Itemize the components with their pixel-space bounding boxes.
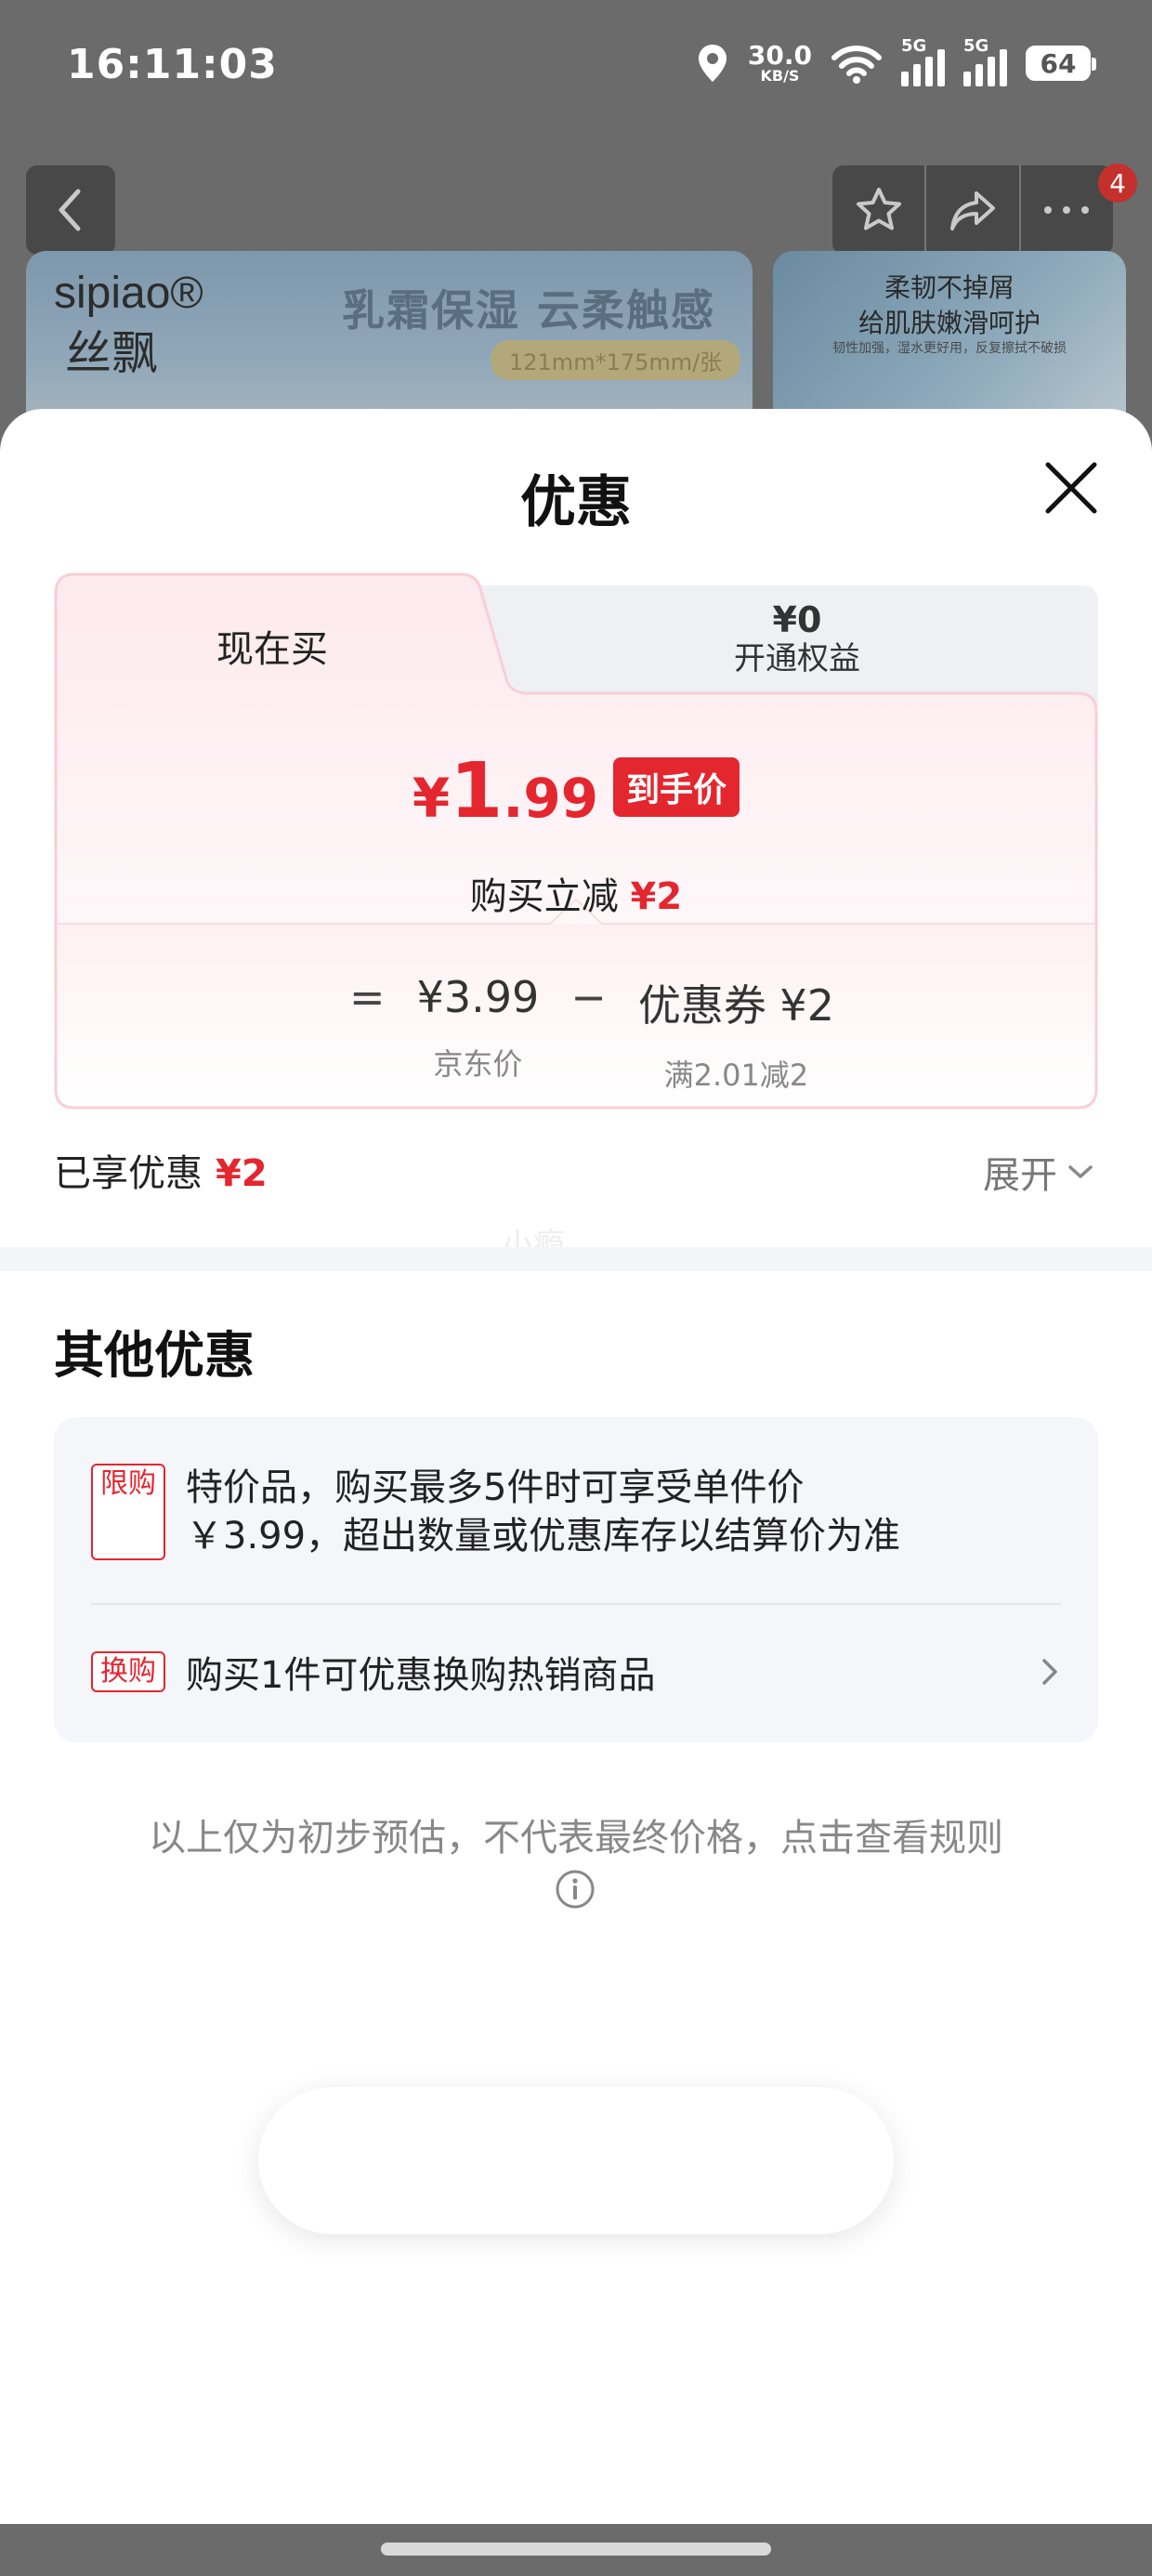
jd-price-label: 京东价: [433, 1046, 523, 1082]
final-price-integer: 1: [450, 747, 504, 835]
banner-side-line3: 韧性加强，湿水更好用，反复擦拭不破损: [832, 341, 1067, 356]
other-discounts-list: 限购 特价品，购买最多5件时可享受单件价 ￥3.99，超出数量或优惠库存以结算价…: [54, 1417, 1098, 1742]
chevron-right-icon: [1042, 1659, 1057, 1685]
signal-2-icon: 5G: [963, 36, 1007, 86]
exchange-text: 购买1件可优惠换购热销商品: [186, 1654, 656, 1697]
tab-buy-now-label: 现在买: [216, 628, 328, 671]
battery-level: 64: [1040, 47, 1077, 79]
net-speed: 30.0 KB/S: [748, 43, 812, 84]
close-button[interactable]: [1039, 455, 1104, 520]
banner-side-line2: 给肌肤嫩滑呵护: [857, 308, 1041, 338]
status-time: 16:11:03: [67, 41, 278, 88]
formula-minus: −: [570, 972, 607, 1022]
product-banner-side[interactable]: 柔韧不掉屑 给肌肤嫩滑呵护 韧性加强，湿水更好用，反复擦拭不破损: [773, 251, 1126, 427]
price-formula: = ¥3.99 京东价 − 优惠券 ¥2 满2.01减2: [54, 972, 1098, 1095]
reduction-line: 购买立减 ¥2: [54, 866, 1098, 920]
list-item-limit: 限购 特价品，购买最多5件时可享受单件价 ￥3.99，超出数量或优惠库存以结算价…: [91, 1464, 1076, 1560]
limit-text-line2: ￥3.99，超出数量或优惠库存以结算价为准: [186, 1515, 901, 1557]
final-price-currency: ¥: [412, 767, 451, 830]
final-price: ¥ 1 .99: [412, 747, 599, 835]
status-icons: 30.0 KB/S 5G 5G 64: [696, 36, 1096, 89]
banner-size-tag: 121mm*175mm/张: [491, 340, 741, 380]
list-divider: [91, 1603, 1061, 1605]
enjoyed-discount: 已享优惠 ¥2: [54, 1143, 268, 1197]
top-action-bar: [832, 165, 1113, 255]
share-button[interactable]: [924, 165, 1018, 255]
tab-member[interactable]: ¥0 开通权益: [537, 600, 1057, 678]
signal-1-icon: 5G: [901, 36, 945, 86]
location-icon: [698, 45, 727, 82]
reduction-amount: ¥2: [630, 875, 683, 918]
coupon-rule: 满2.01减2: [663, 1058, 809, 1093]
chevron-left-icon: [59, 189, 81, 231]
close-icon: [1045, 462, 1097, 514]
section-divider: [0, 1247, 1152, 1271]
disclaimer-link[interactable]: 以上仅为初步预估，不代表最终价格，点击查看规则: [56, 1814, 1096, 1862]
tab-buy-now[interactable]: 现在买: [54, 572, 518, 693]
limit-text: 特价品，购买最多5件时可享受单件价 ￥3.99，超出数量或优惠库存以结算价为准: [186, 1464, 900, 1560]
list-item-exchange[interactable]: 换购 购买1件可优惠换购热销商品: [91, 1645, 1061, 1699]
signal-1-label: 5G: [901, 36, 927, 56]
notification-badge: 4: [1098, 164, 1137, 203]
info-icon[interactable]: [554, 1868, 596, 1911]
battery-icon: 64: [1026, 46, 1096, 81]
final-price-tag: 到手价: [613, 757, 740, 817]
chevron-down-icon: [1068, 1165, 1093, 1178]
signal-2-label: 5G: [963, 36, 989, 56]
reduction-label: 购买立减: [469, 875, 619, 918]
brand-name-en: sipiao®: [54, 269, 203, 318]
tab-member-label: 开通权益: [734, 640, 860, 677]
final-price-row: ¥ 1 .99 到手价: [54, 754, 1098, 830]
expand-label: 展开: [983, 1154, 1057, 1197]
price-card: 现在买 ¥0 开通权益 ¥ 1 .99 到手价 购买立减 ¥2 = ¥3.99 …: [54, 572, 1098, 1110]
share-icon: [949, 191, 995, 230]
formula-jd-price: ¥3.99 京东价: [417, 972, 540, 1084]
expand-button[interactable]: 展开: [983, 1145, 1104, 1199]
final-price-decimal: .99: [503, 767, 599, 830]
other-discounts-title: 其他优惠: [54, 1326, 255, 1385]
back-button[interactable]: [26, 165, 115, 255]
limit-tag: 限购: [91, 1464, 165, 1560]
floating-pill: [258, 2087, 894, 2234]
jd-price-value: ¥3.99: [416, 972, 540, 1022]
net-speed-unit: KB/S: [760, 67, 800, 85]
sheet-title: 优惠: [520, 470, 632, 535]
net-speed-value: 30.0: [747, 40, 812, 71]
tab-member-price: ¥0: [772, 599, 822, 640]
banner-side-line1: 柔韧不掉屑: [884, 272, 1015, 303]
limit-text-line1: 特价品，购买最多5件时可享受单件价: [186, 1466, 805, 1509]
home-gesture-handle[interactable]: [381, 2543, 771, 2556]
star-icon: [856, 188, 901, 230]
enjoyed-amount: ¥2: [216, 1152, 268, 1195]
formula-equals: =: [349, 972, 386, 1022]
brand-name-cn: 丝飘: [65, 326, 158, 380]
discount-sheet: 优惠 现在买 ¥0 开通权益 ¥ 1 .99 到手价 购买立减 ¥2 = ¥3.…: [0, 409, 1152, 2524]
status-bar: 16:11:03 30.0 KB/S 5G 5G 64: [0, 0, 1152, 139]
more-icon: [1044, 206, 1090, 214]
banner-slogan: 乳霜保湿 云柔触感: [342, 285, 716, 335]
enjoyed-label: 已享优惠: [54, 1152, 203, 1195]
favorite-button[interactable]: [832, 165, 924, 255]
coupon-value: 优惠券 ¥2: [637, 980, 834, 1031]
exchange-tag: 换购: [91, 1651, 165, 1692]
product-banner-main[interactable]: sipiao® 丝飘 乳霜保湿 云柔触感 121mm*175mm/张: [26, 251, 753, 427]
wifi-icon: [831, 46, 882, 84]
formula-coupon: 优惠券 ¥2 满2.01减2: [638, 972, 834, 1095]
